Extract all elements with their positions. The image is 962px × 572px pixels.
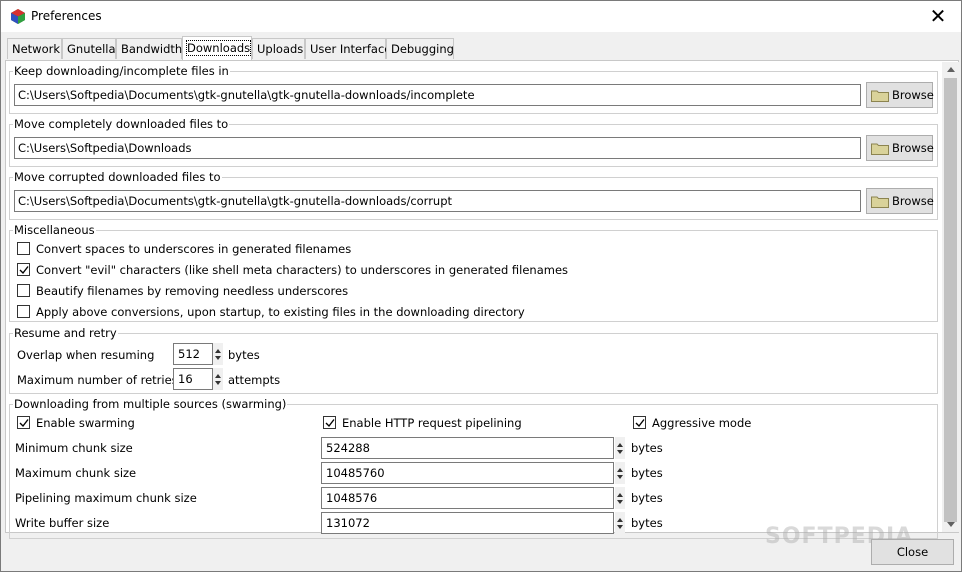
scroll-thumb[interactable] bbox=[944, 78, 957, 522]
folder-icon bbox=[871, 90, 889, 102]
spin-up-icon[interactable] bbox=[617, 493, 623, 497]
incomplete-group: Keep downloading/incomplete files in C:\… bbox=[9, 64, 938, 114]
checkmark-icon bbox=[325, 419, 335, 428]
spin-down-icon[interactable] bbox=[215, 381, 221, 385]
close-icon: ✕ bbox=[929, 4, 947, 28]
pipelining-max-chunk-spin-buttons[interactable] bbox=[615, 487, 625, 509]
spin-down-icon[interactable] bbox=[617, 475, 623, 479]
corrupt-group-title: Move corrupted downloaded files to bbox=[13, 170, 222, 184]
resume-retry-group-title: Resume and retry bbox=[13, 326, 118, 340]
scroll-down-icon[interactable] bbox=[947, 522, 955, 527]
swarming-group-title: Downloading from multiple sources (swarm… bbox=[13, 397, 288, 411]
pipelining-max-chunk-input[interactable]: 1048576 bbox=[321, 487, 614, 509]
tab-user-interface[interactable]: User Interface bbox=[305, 38, 391, 59]
checkmark-icon bbox=[19, 419, 29, 428]
corrupt-path-input[interactable]: C:\Users\Softpedia\Documents\gtk-gnutell… bbox=[14, 190, 861, 212]
gtk-gnutella-cube-icon bbox=[11, 9, 25, 24]
corrupt-group: Move corrupted downloaded files to C:\Us… bbox=[9, 170, 938, 220]
folder-icon bbox=[871, 143, 889, 155]
max-chunk-label: Maximum chunk size bbox=[15, 466, 137, 480]
checkbox-box[interactable] bbox=[17, 416, 30, 429]
checkmark-icon bbox=[635, 419, 645, 428]
vertical-scrollbar[interactable] bbox=[942, 62, 959, 532]
tab-uploads[interactable]: Uploads bbox=[252, 38, 305, 59]
pipelining-max-chunk-unit: bytes bbox=[631, 491, 663, 505]
miscellaneous-group: Miscellaneous Convert spaces to undersco… bbox=[9, 223, 938, 322]
close-button[interactable]: Close bbox=[871, 539, 954, 565]
preferences-window: Preferences ✕ Network Gnutella Bandwidth… bbox=[0, 0, 962, 572]
complete-group: Move completely downloaded files to C:\U… bbox=[9, 117, 938, 167]
incomplete-group-title: Keep downloading/incomplete files in bbox=[13, 64, 230, 78]
incomplete-path-input[interactable]: C:\Users\Softpedia\Documents\gtk-gnutell… bbox=[14, 84, 861, 106]
scroll-up-icon[interactable] bbox=[947, 67, 955, 72]
complete-path-input[interactable]: C:\Users\Softpedia\Downloads bbox=[14, 137, 861, 159]
checkbox-box[interactable] bbox=[17, 284, 30, 297]
min-chunk-input[interactable]: 524288 bbox=[321, 437, 614, 459]
spin-down-icon[interactable] bbox=[617, 525, 623, 529]
checkmark-icon bbox=[19, 266, 29, 275]
downloads-panel: Keep downloading/incomplete files in C:\… bbox=[5, 60, 959, 539]
min-chunk-unit: bytes bbox=[631, 441, 663, 455]
tab-network[interactable]: Network bbox=[7, 38, 62, 59]
pipelining-max-chunk-label: Pipelining maximum chunk size bbox=[15, 491, 197, 505]
checkbox-box[interactable] bbox=[17, 242, 30, 255]
miscellaneous-group-title: Miscellaneous bbox=[13, 223, 96, 237]
tab-debugging[interactable]: Debugging bbox=[386, 38, 454, 59]
window-title: Preferences bbox=[31, 9, 102, 23]
spin-up-icon[interactable] bbox=[215, 349, 221, 353]
resume-retry-group: Resume and retry Overlap when resuming 5… bbox=[9, 326, 938, 394]
checkbox-box[interactable] bbox=[323, 416, 336, 429]
write-buffer-input[interactable]: 131072 bbox=[321, 512, 614, 534]
max-chunk-unit: bytes bbox=[631, 466, 663, 480]
checkbox-box[interactable] bbox=[633, 416, 646, 429]
tab-bandwidth[interactable]: Bandwidth bbox=[116, 38, 182, 59]
retries-label: Maximum number of retries bbox=[17, 373, 178, 387]
retries-spin-buttons[interactable] bbox=[213, 368, 223, 390]
write-buffer-unit: bytes bbox=[631, 516, 663, 530]
max-chunk-spin-buttons[interactable] bbox=[615, 462, 625, 484]
incomplete-browse-button[interactable]: Browse bbox=[866, 82, 934, 108]
spin-down-icon[interactable] bbox=[617, 450, 623, 454]
spin-down-icon[interactable] bbox=[215, 356, 221, 360]
swarming-group: Downloading from multiple sources (swarm… bbox=[9, 397, 938, 539]
checkbox-box[interactable] bbox=[17, 263, 30, 276]
complete-browse-button[interactable]: Browse bbox=[866, 135, 934, 161]
overlap-input[interactable]: 512 bbox=[173, 343, 213, 365]
write-buffer-spin-buttons[interactable] bbox=[615, 512, 625, 534]
window-close-button[interactable]: ✕ bbox=[915, 1, 961, 32]
spin-up-icon[interactable] bbox=[617, 443, 623, 447]
spin-up-icon[interactable] bbox=[215, 374, 221, 378]
retries-input[interactable]: 16 bbox=[173, 368, 213, 390]
spin-down-icon[interactable] bbox=[617, 500, 623, 504]
overlap-unit: bytes bbox=[228, 348, 260, 362]
folder-icon bbox=[871, 196, 889, 208]
checkbox-box[interactable] bbox=[17, 305, 30, 318]
spin-up-icon[interactable] bbox=[617, 518, 623, 522]
max-chunk-input[interactable]: 10485760 bbox=[321, 462, 614, 484]
write-buffer-label: Write buffer size bbox=[15, 516, 110, 530]
spin-up-icon[interactable] bbox=[617, 468, 623, 472]
min-chunk-spin-buttons[interactable] bbox=[615, 437, 625, 459]
overlap-label: Overlap when resuming bbox=[17, 348, 155, 362]
tab-downloads[interactable]: Downloads bbox=[182, 36, 252, 60]
tab-gnutella[interactable]: Gnutella bbox=[62, 38, 116, 59]
retries-unit: attempts bbox=[228, 373, 281, 387]
overlap-spin-buttons[interactable] bbox=[213, 343, 223, 365]
corrupt-browse-button[interactable]: Browse bbox=[866, 188, 934, 214]
min-chunk-label: Minimum chunk size bbox=[15, 441, 133, 455]
complete-group-title: Move completely downloaded files to bbox=[13, 117, 230, 131]
title-bar: Preferences ✕ bbox=[1, 1, 961, 32]
